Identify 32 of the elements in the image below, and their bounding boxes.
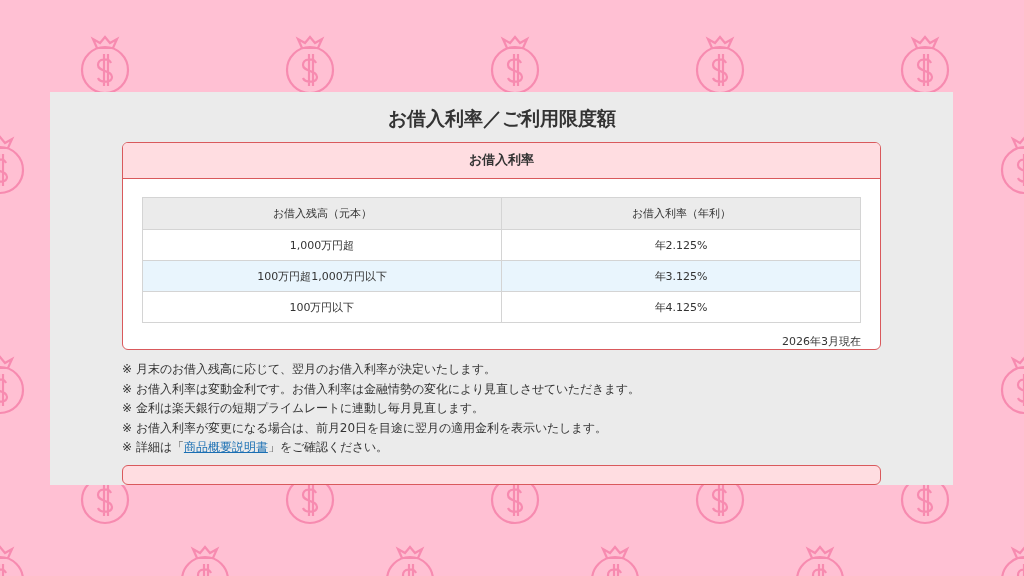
money-bag-icon bbox=[1000, 355, 1024, 415]
table-cell: 1,000万円超 bbox=[142, 229, 502, 261]
column-header: お借入利率（年利） bbox=[501, 197, 861, 230]
note-text: ※ 詳細は「商品概要説明書」をご確認ください。 bbox=[122, 439, 389, 457]
money-bag-icon bbox=[285, 35, 335, 95]
money-bag-icon bbox=[900, 35, 950, 95]
column-header: お借入残高（元本） bbox=[142, 197, 502, 230]
money-bag-icon bbox=[490, 35, 540, 95]
table-cell: 年4.125% bbox=[501, 291, 861, 323]
table-cell: 100万円以下 bbox=[142, 291, 502, 323]
money-bag-icon bbox=[590, 545, 640, 576]
money-bag-icon bbox=[0, 545, 25, 576]
table-cell: 100万円超1,000万円以下 bbox=[142, 260, 502, 292]
note-text: ※ お借入利率が変更になる場合は、前月20日を目途に翌月の適用金利を表示いたします。 bbox=[122, 419, 609, 437]
note-text: ※ お借入利率は変動金利です。お借入利率は金融情勢の変化により見直しさせていただきます。 bbox=[122, 380, 641, 398]
money-bag-icon bbox=[1000, 135, 1024, 195]
card-heading: お借入利率 bbox=[123, 143, 880, 179]
table-cell: 年3.125% bbox=[501, 260, 861, 292]
money-bag-icon bbox=[80, 35, 130, 95]
table-cell: 年2.125% bbox=[501, 229, 861, 261]
money-bag-icon bbox=[180, 545, 230, 576]
money-bag-icon bbox=[385, 545, 435, 576]
money-bag-icon bbox=[795, 545, 845, 576]
money-bag-icon bbox=[0, 355, 25, 415]
note-text: ※ 月末のお借入残高に応じて、翌月のお借入利率が決定いたします。 bbox=[122, 361, 497, 379]
page-title: お借入利率／ご利用限度額 bbox=[386, 106, 617, 131]
note-text: ※ 金利は楽天銀行の短期プライムレートに連動し毎月見直します。 bbox=[122, 400, 485, 418]
money-bag-icon bbox=[695, 35, 745, 95]
as-of-date: 2026年3月現在 bbox=[782, 334, 861, 349]
money-bag-icon bbox=[1000, 545, 1024, 576]
money-bag-icon bbox=[0, 135, 25, 195]
document-link[interactable]: 商品概要説明書 bbox=[183, 440, 268, 455]
